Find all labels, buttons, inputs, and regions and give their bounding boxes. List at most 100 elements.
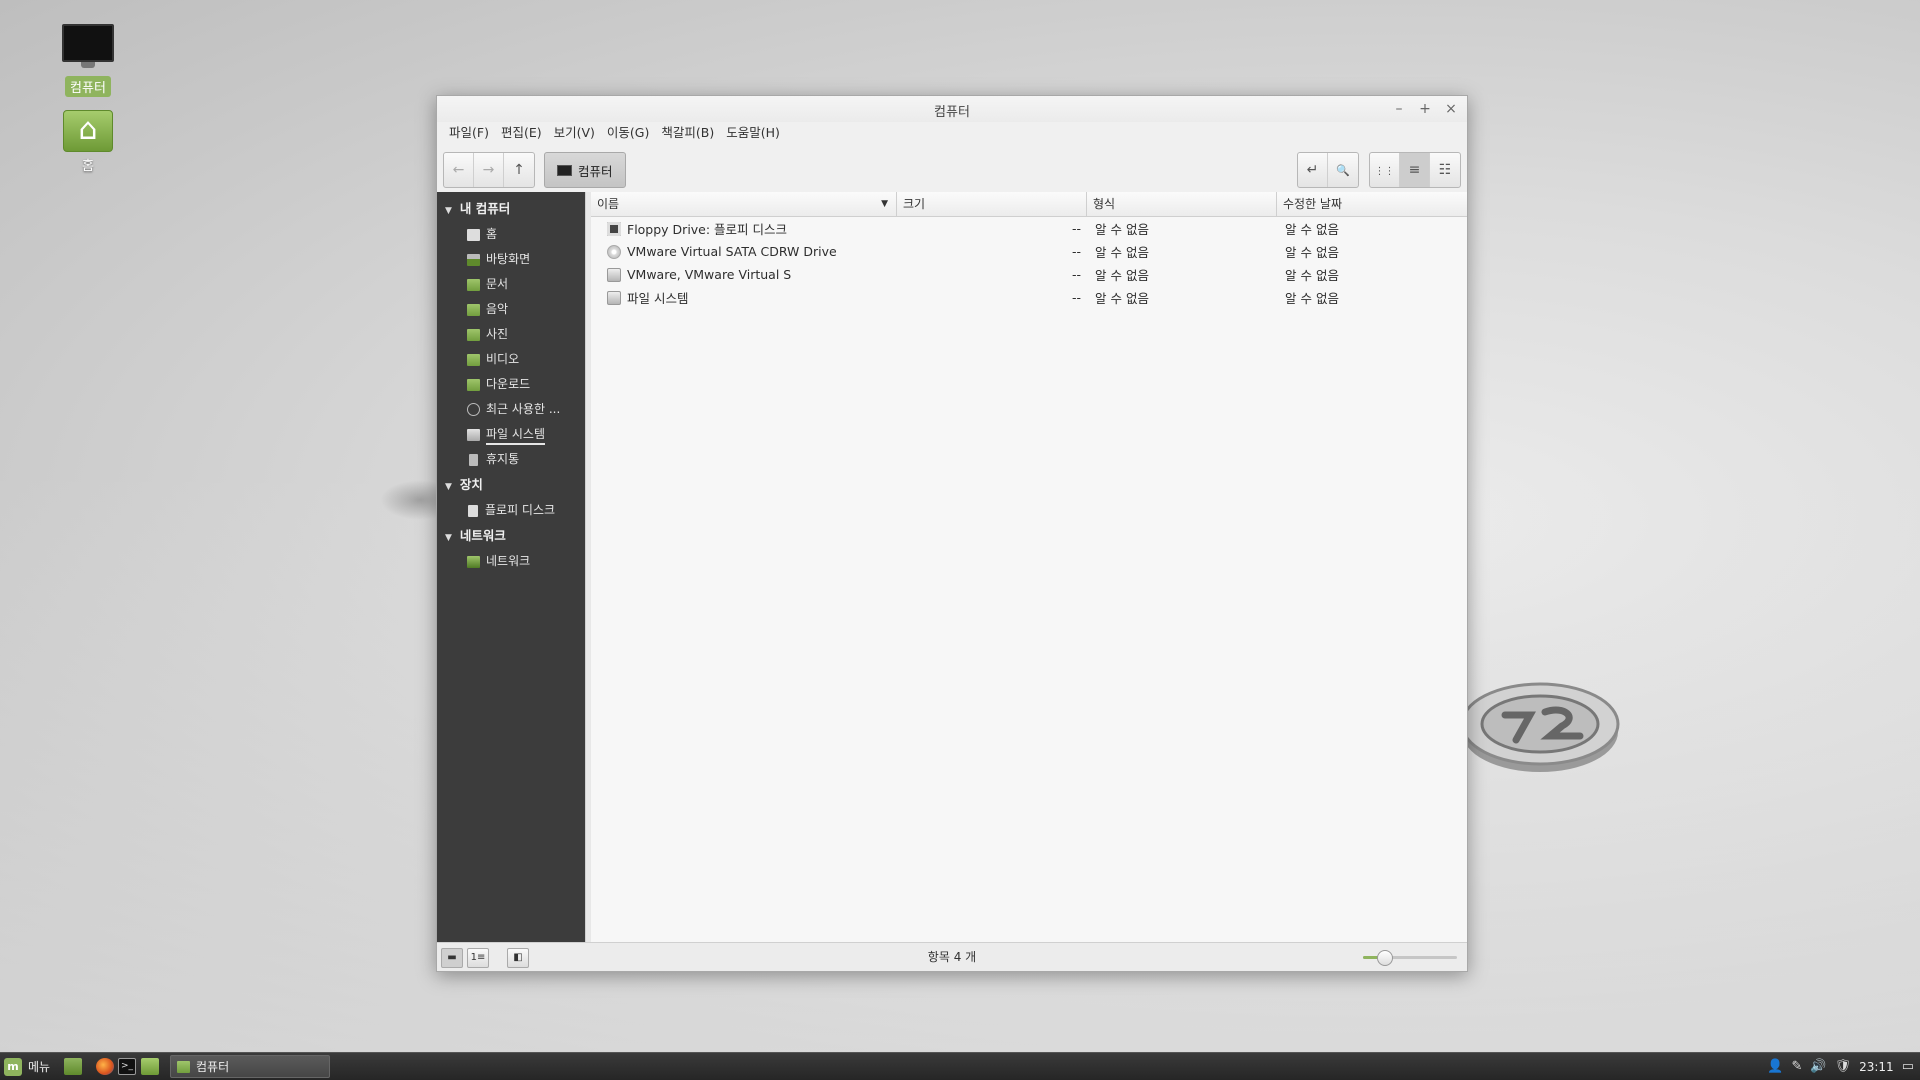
column-header-modified[interactable]: 수정한 날짜 [1277,192,1467,216]
forward-button[interactable]: → [474,153,504,187]
menu-file[interactable]: 파일(F) [443,122,495,144]
table-row[interactable]: 파일 시스템 -- 알 수 없음 알 수 없음 [591,286,1467,309]
sidebar-item-label: 비디오 [486,352,520,366]
toggle-location-button[interactable]: ↵ [1298,153,1328,187]
update-shield-icon[interactable]: 🛡 [1835,1059,1852,1074]
drive-icon [467,428,480,441]
menu-label: 메뉴 [28,1060,51,1074]
mint-logo [1460,682,1620,772]
sidebar-item-label: 문서 [486,277,509,291]
firefox-launcher[interactable] [96,1058,114,1075]
zoom-slider[interactable] [1363,950,1457,966]
sidebar-item-documents[interactable]: 문서 [437,272,585,297]
compact-view-button[interactable]: ☷ [1430,153,1460,187]
table-row[interactable]: VMware, VMware Virtual S -- 알 수 없음 알 수 없… [591,263,1467,286]
terminal-icon: >_ [120,1061,134,1071]
sort-descending-icon: ▼ [881,199,888,209]
file-size: -- [1071,244,1081,259]
arrow-left-icon: ← [452,162,465,178]
clock[interactable]: 23:11 [1859,1060,1894,1074]
desktop-icon-home[interactable]: 홈 [33,110,143,175]
files-launcher[interactable] [141,1058,159,1075]
list-view-button[interactable]: ≡ [1400,153,1430,187]
menu-help[interactable]: 도움말(H) [720,122,786,144]
window-titlebar[interactable]: 컴퓨터 – + × [437,96,1467,122]
file-name: Floppy Drive: 플로피 디스크 [627,222,788,237]
file-modified: 알 수 없음 [1285,222,1339,237]
sidebar-section-devices[interactable]: ▼ 장치 [437,472,585,498]
file-modified: 알 수 없음 [1285,268,1339,283]
maximize-button[interactable]: + [1415,99,1435,119]
column-header-label: 크기 [903,197,926,211]
column-header-label: 이름 [597,197,620,211]
statusbar: ▬ 1≡ ◧ 항목 4 개 [437,942,1467,971]
section-title: 장치 [459,477,483,492]
column-header-name[interactable]: 이름 ▼ [591,192,897,216]
sidebar-item-label: 네트워크 [486,554,531,568]
sidebar-section-my-computer[interactable]: ▼ 내 컴퓨터 [437,196,585,222]
zoom-slider-handle[interactable] [1377,950,1393,966]
sidebar-item-pictures[interactable]: 사진 [437,322,585,347]
section-title: 네트워크 [459,528,506,543]
location-button-computer[interactable]: 컴퓨터 [544,152,626,188]
column-header-size[interactable]: 크기 [897,192,1087,216]
hard-drive-icon [607,267,621,282]
location-tools-group: ↵ 🔍 [1297,152,1359,188]
search-button[interactable]: 🔍 [1328,153,1358,187]
sidebar-item-floppy[interactable]: 플로피 디스크 [437,498,585,523]
close-button[interactable]: × [1441,99,1461,119]
status-text: 항목 4 개 [927,950,977,964]
places-sidebar: ▼ 내 컴퓨터 홈 바탕화면 문서 음악 사진 비디오 다운로드 최근 사용한 .… [437,192,585,943]
back-button[interactable]: ← [444,153,474,187]
sidebar-item-label: 사진 [486,327,509,341]
grid-icon: ⋮⋮ [1374,166,1395,177]
file-manager-window: 컴퓨터 – + × 파일(F) 편집(E) 보기(V) 이동(G) 책갈피(B)… [436,95,1468,972]
documents-folder-icon [467,278,480,291]
menu-view[interactable]: 보기(V) [548,122,601,144]
sidebar-item-label: 바탕화면 [486,252,531,266]
desktop-icon [467,253,480,266]
volume-icon[interactable]: 🔊 [1810,1059,1826,1074]
up-button[interactable]: ↑ [504,153,534,187]
file-size: -- [1071,267,1081,282]
sidebar-item-trash[interactable]: 휴지통 [437,447,585,472]
floppy-icon [468,504,478,517]
taskbar-window-computer[interactable]: 컴퓨터 [170,1055,330,1078]
show-desktop-launcher[interactable] [64,1058,82,1075]
music-folder-icon [467,303,480,316]
show-desktop-icon[interactable]: ▭ [1902,1059,1914,1074]
icon-view-button[interactable]: ⋮⋮ [1370,153,1400,187]
sidebar-item-network[interactable]: 네트워크 [437,549,585,574]
task-title: 컴퓨터 [196,1060,230,1074]
sidebar-item-music[interactable]: 음악 [437,297,585,322]
desktop-icon-label: 컴퓨터 [65,76,111,97]
menubar: 파일(F) 편집(E) 보기(V) 이동(G) 책갈피(B) 도움말(H) [437,122,1467,144]
sidebar-item-downloads[interactable]: 다운로드 [437,372,585,397]
sidebar-item-label: 다운로드 [486,377,531,391]
sidebar-item-recent[interactable]: 최근 사용한 ... [437,397,585,422]
desktop-icon-label: 홈 [82,159,94,174]
user-icon[interactable]: 👤 [1767,1059,1783,1074]
file-type: 알 수 없음 [1095,268,1149,283]
column-header-type[interactable]: 형식 [1087,192,1277,216]
table-row[interactable]: Floppy Drive: 플로피 디스크 -- 알 수 없음 알 수 없음 [591,217,1467,240]
table-row[interactable]: VMware Virtual SATA CDRW Drive -- 알 수 없음… [591,240,1467,263]
menu-bookmarks[interactable]: 책갈피(B) [655,122,720,144]
sidebar-item-desktop[interactable]: 바탕화면 [437,247,585,272]
sidebar-item-videos[interactable]: 비디오 [437,347,585,372]
sidebar-section-network[interactable]: ▼ 네트워크 [437,523,585,549]
terminal-launcher[interactable]: >_ [118,1058,136,1075]
system-tray: 👤 ✎ 🔊 🛡 23:11 ▭ [1767,1053,1914,1080]
home-icon [467,228,480,241]
floppy-drive-icon [607,221,621,236]
sidebar-item-filesystem[interactable]: 파일 시스템 [437,422,585,447]
sidebar-item-home[interactable]: 홈 [437,222,585,247]
file-size: -- [1071,290,1081,305]
menu-go[interactable]: 이동(G) [601,122,655,144]
menu-edit[interactable]: 편집(E) [495,122,548,144]
minimize-button[interactable]: – [1389,99,1409,119]
nav-button-group: ← → ↑ [443,152,535,188]
start-menu-button[interactable]: m 메뉴 [4,1056,50,1077]
desktop-icon-computer[interactable]: 컴퓨터 [33,24,143,97]
network-status-icon[interactable]: ✎ [1792,1059,1803,1074]
